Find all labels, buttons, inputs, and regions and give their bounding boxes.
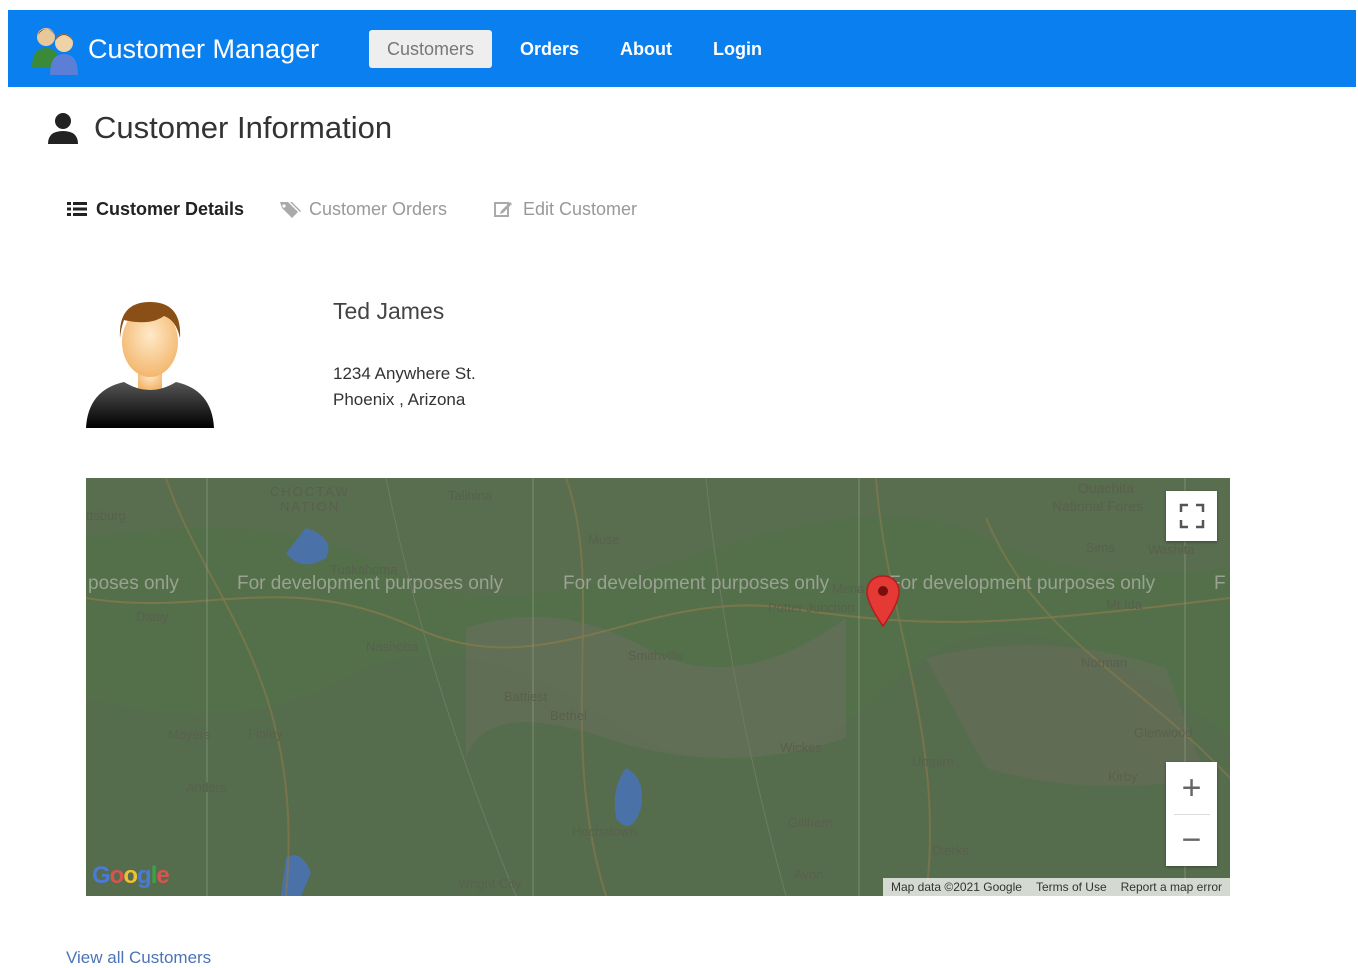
map-marker-icon[interactable] (866, 574, 900, 628)
edit-icon (494, 202, 512, 217)
map-place-label: Moyers (168, 727, 211, 742)
map-place-label: Mt Ida (1106, 597, 1143, 612)
zoom-in-button[interactable]: + (1166, 762, 1217, 814)
map-place-label: Kirby (1108, 769, 1138, 784)
map-place-label: Muse (588, 532, 620, 547)
nav-login[interactable]: Login (701, 30, 774, 68)
brand-title: Customer Manager (88, 33, 320, 64)
map-place-label: Nashoba (366, 639, 419, 654)
map-place-label: Washita (1148, 542, 1195, 557)
map-place-label: Smithville (628, 648, 684, 663)
map-attribution: Map data ©2021 Google Terms of Use Repor… (883, 878, 1230, 896)
terms-of-use-link[interactable]: Terms of Use (1036, 880, 1107, 894)
map-place-label: Hochatown (572, 824, 638, 839)
tab-label: Customer Details (96, 198, 245, 219)
map-place-label: Mena (832, 581, 865, 596)
map-dev-watermark: F (1214, 573, 1226, 594)
fullscreen-icon (1179, 503, 1204, 529)
customers-logo-icon (32, 28, 78, 75)
page-title-text: Customer Information (94, 110, 393, 145)
tab-edit-customer[interactable]: Edit Customer (493, 196, 637, 222)
map-place-label: Glenwood (1134, 725, 1193, 740)
customer-address-line1: 1234 Anywhere St. (333, 364, 476, 383)
nav-orders[interactable]: Orders (508, 30, 591, 68)
map-place-label: Ouachita (1078, 480, 1135, 496)
map-dev-watermark: poses only (88, 573, 179, 594)
tags-icon (280, 202, 301, 218)
customer-address-line2: Phoenix , Arizona (333, 390, 466, 409)
map-fullscreen-button[interactable] (1166, 491, 1217, 541)
map-place-label: Avon (794, 867, 824, 882)
map-place-label: Gillham (788, 815, 833, 830)
map-place-label: Umpire (912, 754, 954, 769)
tab-customer-orders[interactable]: Customer Orders (279, 196, 447, 222)
map-place-label: Daisy (136, 609, 169, 624)
zoom-out-button[interactable]: − (1166, 815, 1217, 866)
tab-customer-details[interactable]: Customer Details (66, 196, 244, 222)
map-place-label: NATION (280, 499, 341, 514)
map-dev-watermark: For development purposes only (237, 573, 504, 594)
map-zoom-control: + − (1166, 762, 1217, 866)
map-place-label: Talihina (448, 488, 493, 503)
report-map-error-link[interactable]: Report a map error (1121, 880, 1222, 894)
customer-avatar (86, 302, 214, 428)
nav-customers[interactable]: Customers (369, 30, 493, 68)
map-dev-watermark: For development purposes only (563, 573, 830, 594)
list-icon (67, 202, 87, 216)
map-terrain (86, 478, 1230, 896)
map-place-label: Wright City (458, 876, 522, 891)
map-place-label: Sims (1086, 540, 1115, 555)
view-all-customers-link[interactable]: View all Customers (66, 948, 211, 968)
map-data-credit: Map data ©2021 Google (891, 880, 1022, 894)
map-place-label: Dierks (932, 843, 969, 858)
nav-about[interactable]: About (608, 30, 684, 68)
map-dev-watermark: For development purposes only (889, 573, 1156, 594)
map-place-label: Battiest (504, 689, 548, 704)
map-place-label: Norman (1081, 655, 1128, 670)
tab-label: Edit Customer (523, 198, 638, 219)
map-place-label: Bethel (550, 708, 587, 723)
map-place-label: ttsburg (86, 508, 126, 523)
tab-label: Customer Orders (309, 198, 448, 219)
navbar: Customer Manager Customers Orders About … (8, 10, 1356, 87)
map-place-label: Potter Junction (768, 600, 855, 615)
customer-name: Ted James (333, 298, 445, 324)
map-place-label: National Fores (1052, 498, 1144, 514)
brand[interactable]: Customer Manager (28, 24, 320, 75)
map-place-label: Wickes (780, 740, 822, 755)
map-place-label: Finley (248, 726, 283, 741)
page-title: Customer Information (46, 110, 392, 146)
google-logo: Google (92, 862, 170, 889)
user-icon (48, 113, 78, 144)
customer-map[interactable]: ttsburg CHOCTAW NATION Talihina Tuskahom… (86, 478, 1230, 896)
map-place-label: CHOCTAW (270, 484, 350, 499)
map-place-label: Antlers (186, 780, 227, 795)
